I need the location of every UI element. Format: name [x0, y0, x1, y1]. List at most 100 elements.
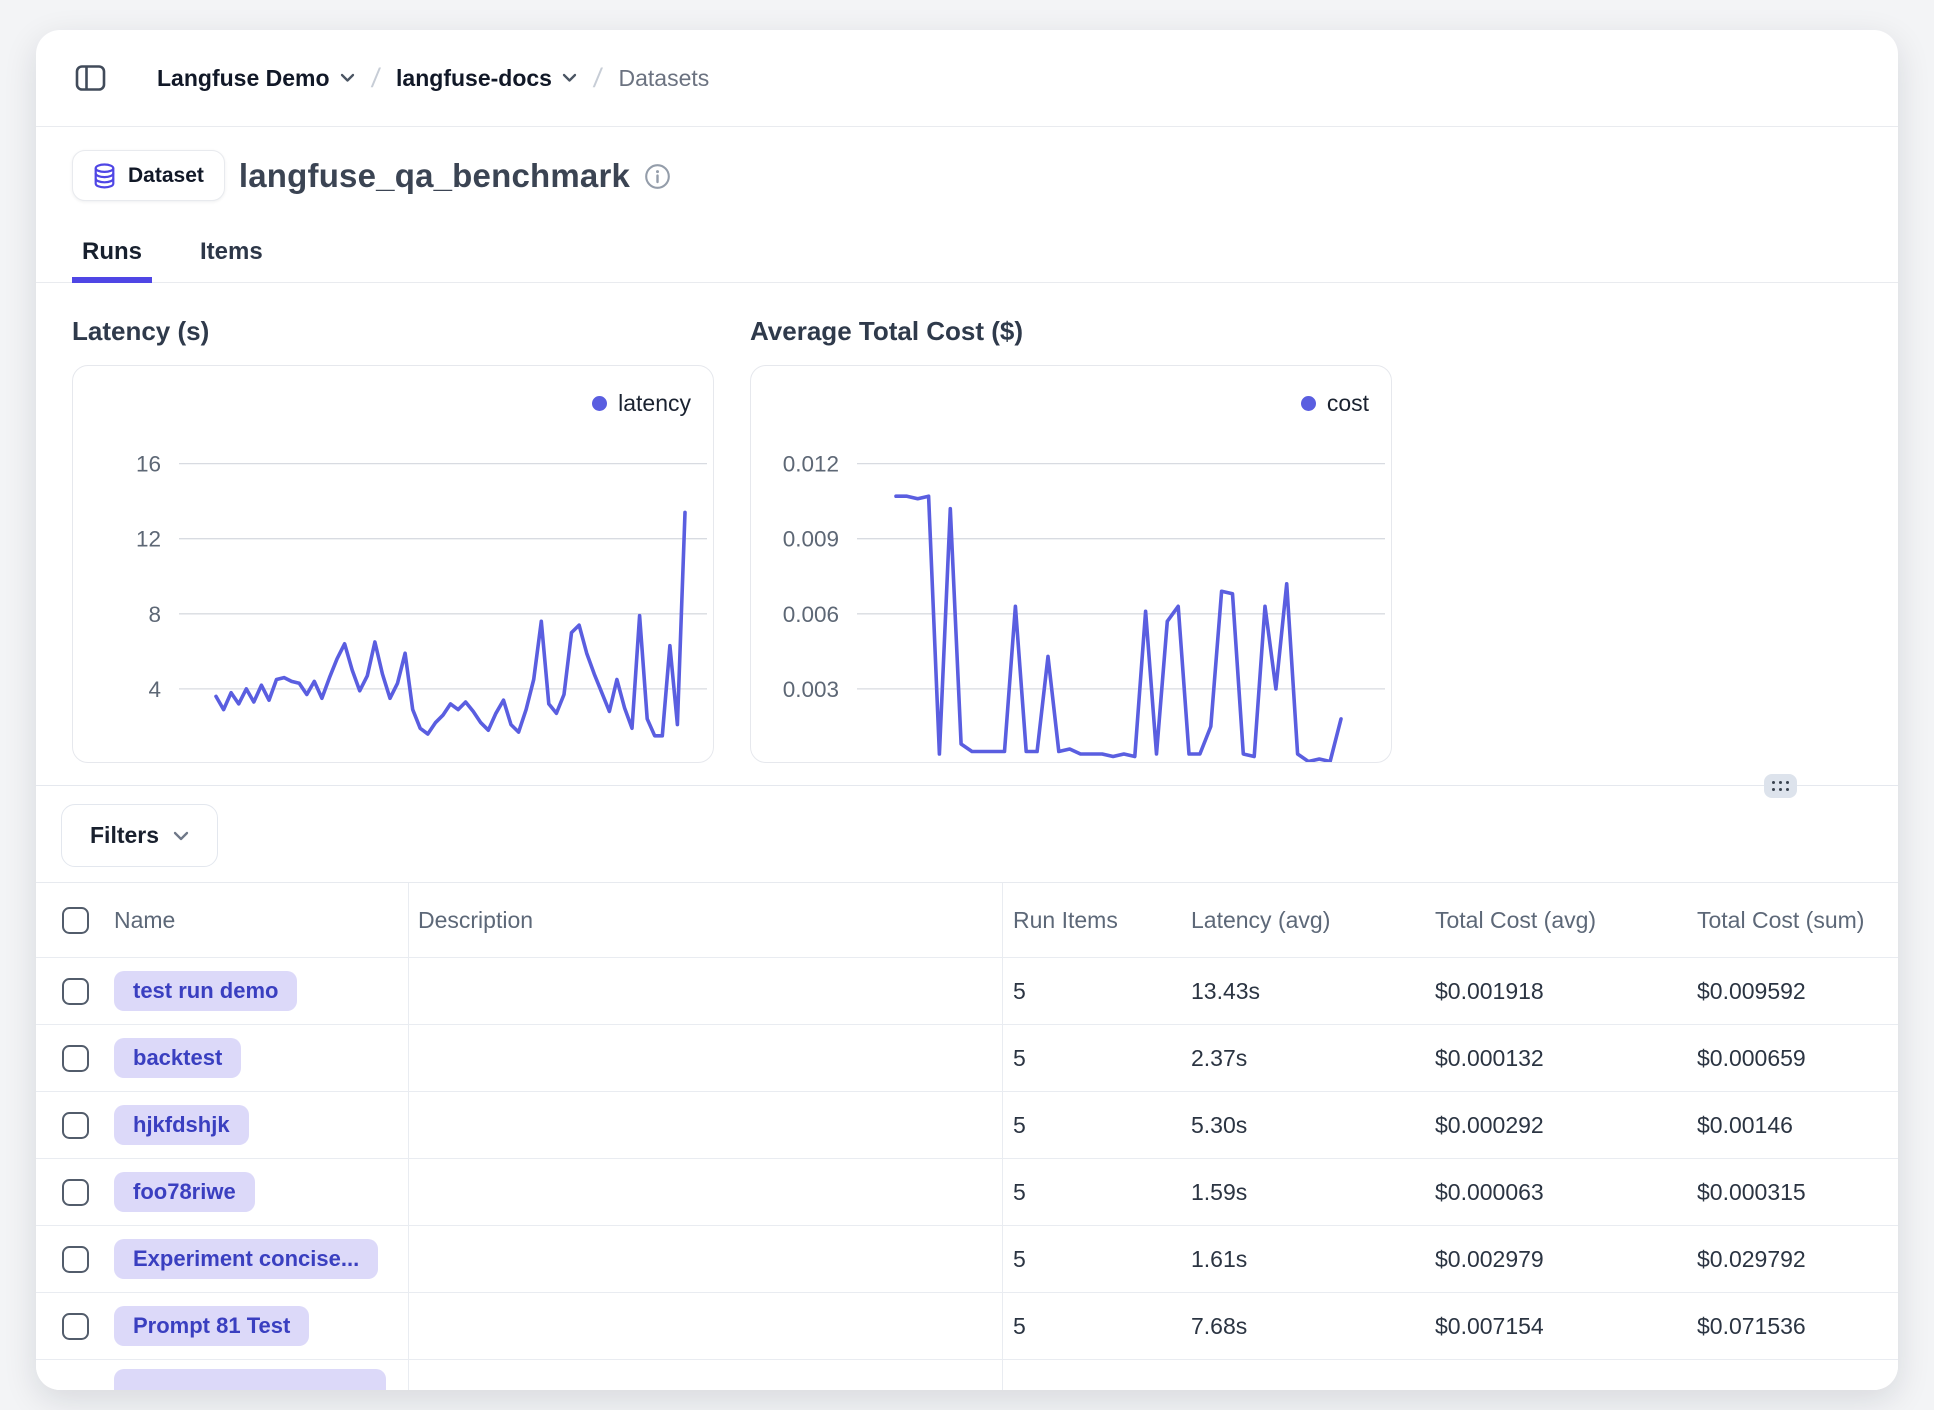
breadcrumb-separator: /	[592, 63, 604, 94]
latency-line-chart: 16 12 8 4	[73, 366, 714, 763]
table-header-row: Name Description Run Items Latency (avg)…	[36, 883, 1898, 958]
total-cost-avg-cell: $0.000292	[1425, 1092, 1687, 1158]
chevron-down-icon	[173, 831, 189, 841]
sidebar-toggle-button[interactable]	[75, 58, 117, 98]
svg-text:0.009: 0.009	[783, 527, 839, 552]
run-name-pill	[114, 1369, 386, 1390]
database-icon	[93, 163, 116, 189]
section-divider	[36, 785, 1898, 786]
svg-text:8: 8	[148, 602, 161, 627]
table-row[interactable]: foo78riwe 5 1.59s $0.000063 $0.000315	[36, 1159, 1898, 1226]
latency-avg-cell: 5.30s	[1181, 1092, 1425, 1158]
cost-legend: cost	[1301, 390, 1369, 417]
row-checkbox[interactable]	[62, 1313, 89, 1340]
table-row[interactable]: test run demo 5 13.43s $0.001918 $0.0095…	[36, 958, 1898, 1025]
svg-text:0.006: 0.006	[783, 602, 839, 627]
run-name-pill[interactable]: test run demo	[114, 971, 297, 1011]
description-cell	[409, 1025, 1003, 1091]
tab-runs[interactable]: Runs	[72, 232, 152, 283]
filters-section: Filters	[36, 786, 1898, 882]
svg-text:0.003: 0.003	[783, 677, 839, 702]
legend-label: cost	[1327, 390, 1369, 417]
svg-text:12: 12	[136, 527, 161, 552]
svg-text:16: 16	[136, 452, 161, 477]
drag-handle[interactable]	[1764, 774, 1797, 798]
top-bar: Langfuse Demo / langfuse-docs / Datasets	[36, 30, 1898, 127]
latency-chart-title: Latency (s)	[72, 316, 714, 345]
run-items-cell: 5	[1003, 1293, 1181, 1359]
header-name: Name	[114, 883, 409, 957]
svg-text:0.012: 0.012	[783, 452, 839, 477]
legend-dot	[592, 396, 607, 411]
total-cost-sum-cell: $0.009592	[1687, 958, 1898, 1024]
total-cost-avg-cell: $0.001918	[1425, 958, 1687, 1024]
description-cell	[409, 1226, 1003, 1292]
dataset-badge-label: Dataset	[128, 164, 204, 188]
row-checkbox[interactable]	[62, 978, 89, 1005]
table-row[interactable]: hjkfdshjk 5 5.30s $0.000292 $0.00146	[36, 1092, 1898, 1159]
header-description: Description	[409, 883, 1003, 957]
header-total-cost-sum: Total Cost (sum)	[1687, 883, 1898, 957]
panel-left-icon	[75, 64, 106, 92]
run-name-pill[interactable]: Experiment concise...	[114, 1239, 378, 1279]
breadcrumb-page[interactable]: Datasets	[618, 65, 709, 92]
run-items-cell: 5	[1003, 1226, 1181, 1292]
latency-chart-block: Latency (s) 16 12 8 4 latency	[72, 316, 714, 763]
run-items-cell: 5	[1003, 958, 1181, 1024]
run-items-cell: 5	[1003, 1092, 1181, 1158]
total-cost-avg-cell: $0.000063	[1425, 1159, 1687, 1225]
breadcrumb-separator: /	[369, 63, 381, 94]
total-cost-sum-cell: $0.071536	[1687, 1293, 1898, 1359]
run-items-cell: 5	[1003, 1159, 1181, 1225]
run-name-pill[interactable]: foo78riwe	[114, 1172, 255, 1212]
dataset-badge: Dataset	[72, 150, 225, 201]
table-row-partial[interactable]	[36, 1360, 1898, 1390]
select-all-checkbox[interactable]	[62, 907, 89, 934]
latency-avg-cell: 1.61s	[1181, 1226, 1425, 1292]
table-row[interactable]: Experiment concise... 5 1.61s $0.002979 …	[36, 1226, 1898, 1293]
latency-legend: latency	[592, 390, 691, 417]
cost-chart-title: Average Total Cost ($)	[750, 316, 1392, 345]
dataset-header: Dataset langfuse_qa_benchmark	[36, 127, 1898, 232]
breadcrumb: Langfuse Demo / langfuse-docs / Datasets	[157, 63, 709, 94]
runs-table: Name Description Run Items Latency (avg)…	[36, 882, 1898, 1390]
breadcrumb-project[interactable]: langfuse-docs	[396, 65, 577, 92]
description-cell	[409, 1293, 1003, 1359]
breadcrumb-org-label: Langfuse Demo	[157, 65, 330, 92]
cost-chart: 0.012 0.009 0.006 0.003 cost	[750, 365, 1392, 763]
filters-button[interactable]: Filters	[61, 804, 218, 867]
latency-avg-cell: 7.68s	[1181, 1293, 1425, 1359]
header-latency-avg: Latency (avg)	[1181, 883, 1425, 957]
breadcrumb-project-label: langfuse-docs	[396, 65, 552, 92]
breadcrumb-org[interactable]: Langfuse Demo	[157, 65, 355, 92]
info-icon[interactable]	[644, 163, 671, 190]
latency-chart: 16 12 8 4 latency	[72, 365, 714, 763]
row-checkbox[interactable]	[62, 1179, 89, 1206]
total-cost-sum-cell: $0.000315	[1687, 1159, 1898, 1225]
total-cost-avg-cell: $0.000132	[1425, 1025, 1687, 1091]
legend-label: latency	[618, 390, 691, 417]
chevron-down-icon	[340, 73, 355, 83]
description-cell	[409, 958, 1003, 1024]
description-cell	[409, 1092, 1003, 1158]
total-cost-avg-cell: $0.002979	[1425, 1226, 1687, 1292]
latency-avg-cell: 1.59s	[1181, 1159, 1425, 1225]
run-name-pill[interactable]: Prompt 81 Test	[114, 1306, 309, 1346]
charts-section: Latency (s) 16 12 8 4 latency Average Total…	[36, 283, 1898, 763]
table-row[interactable]: Prompt 81 Test 5 7.68s $0.007154 $0.0715…	[36, 1293, 1898, 1360]
tab-items[interactable]: Items	[190, 232, 273, 283]
chevron-down-icon	[562, 73, 577, 83]
row-checkbox[interactable]	[62, 1112, 89, 1139]
app-window: Langfuse Demo / langfuse-docs / Datasets	[36, 30, 1898, 1390]
total-cost-avg-cell: $0.007154	[1425, 1293, 1687, 1359]
table-row[interactable]: backtest 5 2.37s $0.000132 $0.000659	[36, 1025, 1898, 1092]
run-name-pill[interactable]: backtest	[114, 1038, 241, 1078]
row-checkbox[interactable]	[62, 1045, 89, 1072]
run-name-pill[interactable]: hjkfdshjk	[114, 1105, 249, 1145]
svg-text:4: 4	[148, 677, 161, 702]
page-title: langfuse_qa_benchmark	[239, 150, 630, 201]
row-checkbox[interactable]	[62, 1246, 89, 1273]
cost-line-chart: 0.012 0.009 0.006 0.003	[751, 366, 1392, 763]
legend-dot	[1301, 396, 1316, 411]
latency-avg-cell: 13.43s	[1181, 958, 1425, 1024]
